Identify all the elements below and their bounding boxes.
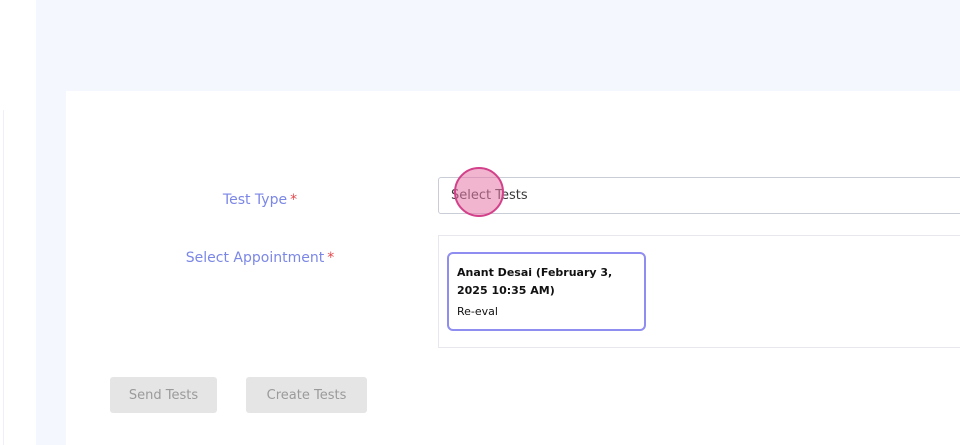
- send-tests-button[interactable]: Send Tests: [110, 377, 217, 413]
- left-panel-edge: [0, 110, 4, 445]
- test-type-select[interactable]: Select Tests: [438, 177, 960, 214]
- appointment-type: Re-eval: [457, 305, 498, 318]
- select-appointment-label: Select Appointment *: [160, 250, 360, 266]
- test-type-label: Test Type *: [200, 192, 320, 208]
- test-type-placeholder: Select Tests: [451, 188, 528, 203]
- left-panel: [0, 0, 36, 445]
- test-type-label-text: Test Type: [222, 192, 288, 208]
- select-appointment-label-text: Select Appointment: [185, 250, 325, 266]
- appointment-card[interactable]: Anant Desai (February 3, 2025 10:35 AM) …: [447, 252, 646, 331]
- required-mark: *: [290, 192, 298, 208]
- appointment-name: Anant Desai (February 3, 2025 10:35 AM): [457, 266, 613, 297]
- required-mark: *: [327, 250, 335, 266]
- create-tests-button[interactable]: Create Tests: [246, 377, 367, 413]
